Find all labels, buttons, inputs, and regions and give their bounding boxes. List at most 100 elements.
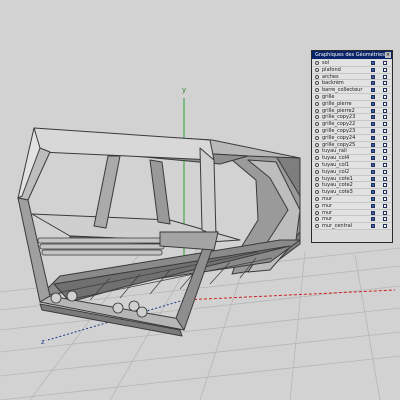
layer-row[interactable]: grille_pierre <box>313 100 391 108</box>
display-mode-icon[interactable] <box>371 128 375 133</box>
lock-toggle-icon[interactable] <box>383 88 387 93</box>
visibility-icon[interactable] <box>315 108 319 113</box>
geometry-layers-panel[interactable]: Graphiques des Géométries × sol plafond ar… <box>311 50 393 243</box>
visibility-icon[interactable] <box>315 196 319 201</box>
visibility-icon[interactable] <box>315 115 319 120</box>
lock-toggle-icon[interactable] <box>383 94 387 99</box>
lock-toggle-icon[interactable] <box>383 74 387 79</box>
layer-row[interactable]: tuyau_cote3 <box>313 189 391 196</box>
display-mode-icon[interactable] <box>371 169 375 174</box>
lock-toggle-icon[interactable] <box>383 122 387 127</box>
layer-row[interactable]: tuyau_col2 <box>313 168 391 176</box>
lock-toggle-icon[interactable] <box>383 149 387 154</box>
visibility-icon[interactable] <box>315 162 319 167</box>
display-mode-icon[interactable] <box>371 142 375 147</box>
display-mode-icon[interactable] <box>371 183 375 188</box>
display-mode-icon[interactable] <box>371 162 375 167</box>
display-mode-icon[interactable] <box>371 190 375 195</box>
lock-toggle-icon[interactable] <box>383 176 387 181</box>
layer-row[interactable]: tuyau_col4 <box>313 155 391 162</box>
display-mode-icon[interactable] <box>371 196 375 201</box>
layer-row[interactable]: mur_central <box>313 223 391 230</box>
visibility-icon[interactable] <box>315 88 319 93</box>
visibility-icon[interactable] <box>315 190 319 195</box>
display-mode-icon[interactable] <box>371 61 375 65</box>
lock-toggle-icon[interactable] <box>383 210 387 215</box>
visibility-icon[interactable] <box>315 169 319 174</box>
display-mode-icon[interactable] <box>371 108 375 113</box>
display-mode-icon[interactable] <box>371 101 375 106</box>
display-mode-icon[interactable] <box>371 94 375 99</box>
layer-row[interactable]: mur <box>313 216 391 224</box>
layer-row[interactable]: mur <box>313 209 391 217</box>
display-mode-icon[interactable] <box>371 88 375 93</box>
visibility-icon[interactable] <box>315 128 319 133</box>
layer-row[interactable]: backrèm <box>313 80 391 88</box>
layer-row[interactable]: sol <box>313 60 391 67</box>
layer-row[interactable]: grille_copy23 <box>313 114 391 122</box>
display-mode-icon[interactable] <box>371 74 375 79</box>
visibility-icon[interactable] <box>315 156 319 161</box>
display-mode-icon[interactable] <box>371 149 375 154</box>
layer-row[interactable]: grille_copy22 <box>313 121 391 128</box>
lock-toggle-icon[interactable] <box>383 81 387 86</box>
visibility-icon[interactable] <box>315 176 319 181</box>
lock-toggle-icon[interactable] <box>383 183 387 188</box>
display-mode-icon[interactable] <box>371 115 375 120</box>
layer-row[interactable]: grille <box>313 93 391 101</box>
lock-toggle-icon[interactable] <box>383 196 387 201</box>
visibility-icon[interactable] <box>315 142 319 147</box>
layer-row[interactable]: tuyau_col1 <box>313 161 391 169</box>
visibility-icon[interactable] <box>315 210 319 215</box>
layer-row[interactable]: grille_copy23 <box>313 127 391 135</box>
visibility-icon[interactable] <box>315 122 319 127</box>
panel-title-bar[interactable]: Graphiques des Géométries × <box>312 51 392 59</box>
display-mode-icon[interactable] <box>371 122 375 127</box>
layer-row[interactable]: tuyau_rail <box>313 148 391 156</box>
display-mode-icon[interactable] <box>371 217 375 222</box>
lock-toggle-icon[interactable] <box>383 135 387 140</box>
visibility-icon[interactable] <box>315 81 319 86</box>
layer-row[interactable]: tuyau_cote1 <box>313 175 391 183</box>
display-mode-icon[interactable] <box>371 67 375 72</box>
lock-toggle-icon[interactable] <box>383 108 387 113</box>
lock-toggle-icon[interactable] <box>383 101 387 106</box>
lock-toggle-icon[interactable] <box>383 224 387 229</box>
display-mode-icon[interactable] <box>371 203 375 208</box>
layer-row[interactable]: grille_copy25 <box>313 141 391 149</box>
lock-toggle-icon[interactable] <box>383 61 387 65</box>
visibility-icon[interactable] <box>315 101 319 106</box>
display-mode-icon[interactable] <box>371 176 375 181</box>
visibility-icon[interactable] <box>315 94 319 99</box>
layer-row[interactable]: grille_copy24 <box>313 134 391 142</box>
layer-row[interactable]: mur <box>313 195 391 203</box>
visibility-icon[interactable] <box>315 135 319 140</box>
layer-row[interactable]: mur <box>313 202 391 210</box>
visibility-icon[interactable] <box>315 67 319 72</box>
display-mode-icon[interactable] <box>371 210 375 215</box>
visibility-icon[interactable] <box>315 224 319 229</box>
lock-toggle-icon[interactable] <box>383 203 387 208</box>
display-mode-icon[interactable] <box>371 224 375 229</box>
visibility-icon[interactable] <box>315 149 319 154</box>
visibility-icon[interactable] <box>315 74 319 79</box>
lock-toggle-icon[interactable] <box>383 156 387 161</box>
visibility-icon[interactable] <box>315 203 319 208</box>
layer-row[interactable]: barre_collecteur <box>313 87 391 94</box>
layer-row[interactable]: grille_pierre2 <box>313 107 391 115</box>
display-mode-icon[interactable] <box>371 81 375 86</box>
lock-toggle-icon[interactable] <box>383 128 387 133</box>
lock-toggle-icon[interactable] <box>383 169 387 174</box>
visibility-icon[interactable] <box>315 183 319 188</box>
lock-toggle-icon[interactable] <box>383 115 387 120</box>
lock-toggle-icon[interactable] <box>383 162 387 167</box>
lock-toggle-icon[interactable] <box>383 190 387 195</box>
layer-row[interactable]: tuyau_cote2 <box>313 182 391 190</box>
lock-toggle-icon[interactable] <box>383 142 387 147</box>
visibility-icon[interactable] <box>315 61 319 65</box>
visibility-icon[interactable] <box>315 217 319 222</box>
close-icon[interactable]: × <box>385 52 391 58</box>
layer-row[interactable]: plafond <box>313 66 391 74</box>
display-mode-icon[interactable] <box>371 135 375 140</box>
lock-toggle-icon[interactable] <box>383 217 387 222</box>
